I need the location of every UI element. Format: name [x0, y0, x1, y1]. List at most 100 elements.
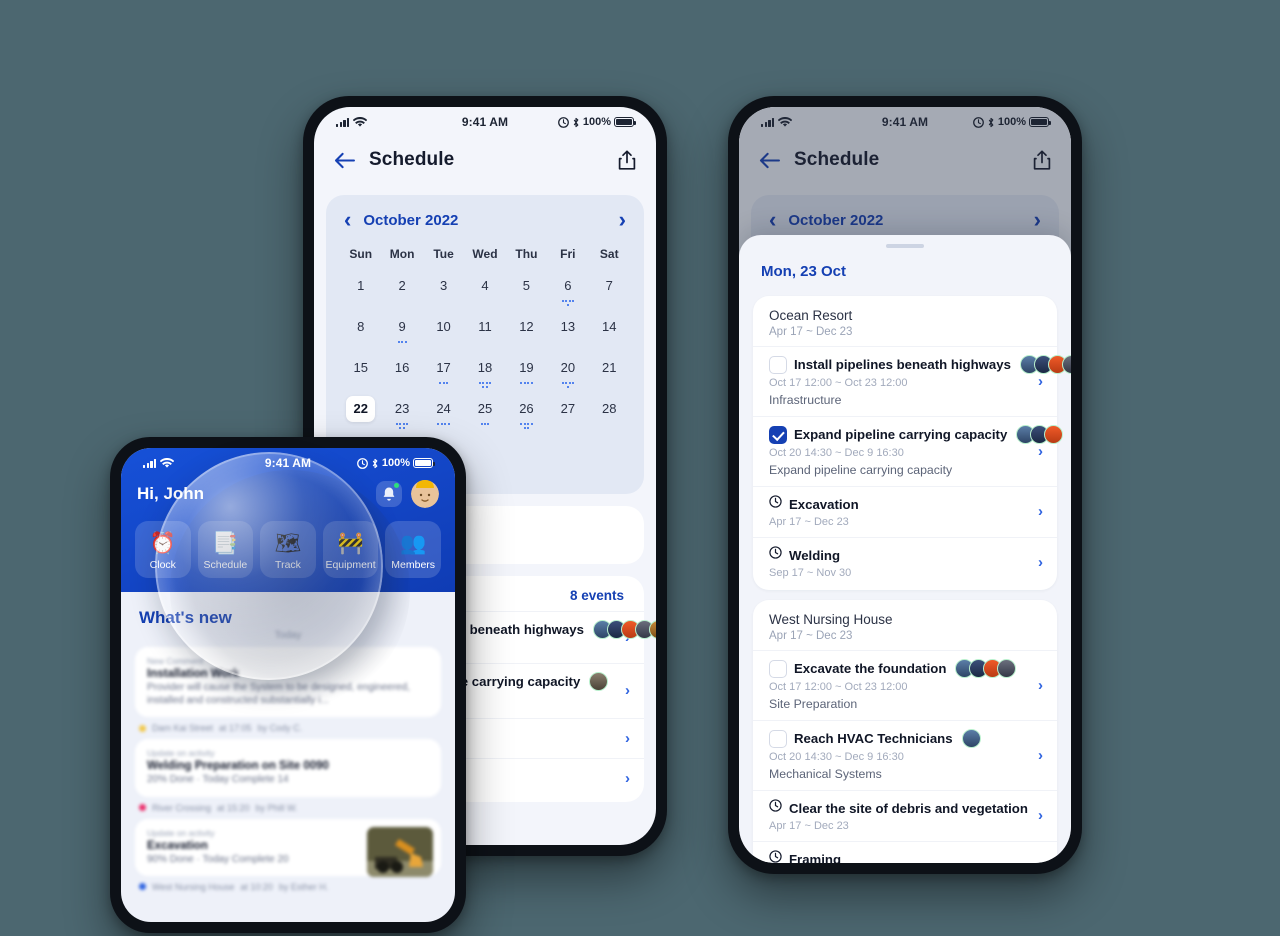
calendar-day[interactable]: 25 [464, 396, 505, 437]
calendar-day[interactable]: 14 [589, 314, 630, 355]
calendar-day[interactable]: 5 [506, 273, 547, 314]
calendar-day[interactable]: 26 [506, 396, 547, 437]
calendar-day[interactable]: 15 [340, 355, 381, 396]
task-checkbox[interactable] [769, 425, 787, 444]
task-dates: Oct 20 14:30 ~ Dec 9 16:30 [769, 447, 904, 459]
battery-icon [614, 117, 636, 127]
task-title: Excavate the foundation [794, 661, 947, 676]
quick-action-schedule[interactable]: 📑 Schedule [197, 521, 254, 578]
task-category: Infrastructure [769, 393, 842, 407]
activity-feed: New Comment Installation Work Provider wil… [121, 647, 455, 892]
feed-body: Provider will cause the System to be des… [147, 682, 410, 707]
calendar-day[interactable]: 19 [506, 355, 547, 396]
feed-time: at 15:20 [217, 802, 250, 813]
calendar-day[interactable]: 22 [340, 396, 381, 437]
feed-title: Welding Preparation on Site 0090 [147, 760, 329, 773]
calendar-day[interactable]: 18 [464, 355, 505, 396]
calendar-day[interactable]: 11 [464, 314, 505, 355]
avatar [997, 659, 1017, 678]
feed-card[interactable]: Update on activity Welding Preparation on… [135, 739, 441, 797]
calendar-day[interactable]: 27 [547, 396, 588, 437]
task-row[interactable]: Excavation Apr 17 ~ Dec 23 › [753, 486, 1057, 537]
calendar-day[interactable]: 10 [423, 314, 464, 355]
calendar-day[interactable]: 21 [589, 355, 630, 396]
weekday-label: Fri [560, 247, 576, 261]
tile-label: Clock [149, 559, 176, 571]
status-right-group: 100% [356, 457, 435, 469]
quick-action-members[interactable]: 👥 Members [385, 521, 441, 578]
clock-icon [769, 850, 782, 863]
task-chevron-icon[interactable]: › [1030, 554, 1043, 571]
calendar-day[interactable]: 4 [464, 273, 505, 314]
event-dots [439, 382, 448, 388]
task-chevron-icon[interactable]: › [1030, 677, 1043, 694]
task-chevron-icon[interactable]: › [617, 730, 630, 747]
task-row[interactable]: Install pipelines beneath highways Oct 17… [753, 346, 1071, 416]
task-row[interactable]: Welding Sep 17 ~ Nov 30 › [753, 537, 1057, 588]
task-chevron-icon[interactable]: › [1030, 858, 1043, 863]
calendar-day[interactable]: 9 [381, 314, 422, 355]
task-row[interactable]: Reach HVAC Technicians Oct 20 14:30 ~ Dec… [753, 720, 1057, 790]
calendar-day[interactable]: 20 [547, 355, 588, 396]
task-checkbox[interactable] [769, 729, 787, 748]
task-chevron-icon[interactable]: › [1030, 503, 1043, 520]
group-header: Ocean Resort Apr 17 ~ Dec 23 [753, 308, 1057, 346]
calendar-day[interactable]: 1 [340, 273, 381, 314]
task-chevron-icon[interactable]: › [617, 770, 630, 787]
task-title: Install pipelines beneath highways [794, 357, 1011, 372]
calendar-day[interactable]: 8 [340, 314, 381, 355]
task-title: Expand pipeline carrying capacity [794, 427, 1008, 442]
calendar-day[interactable]: 12 [506, 314, 547, 355]
calendar-day-number: 13 [560, 319, 576, 334]
calendar-day[interactable]: 28 [589, 396, 630, 437]
feed-time: at 10:20 [240, 881, 273, 892]
assignee-avatars [1018, 355, 1071, 374]
calendar-day[interactable]: 17 [423, 355, 464, 396]
task-chevron-icon[interactable]: › [617, 682, 630, 699]
task-chevron-icon[interactable]: › [1030, 807, 1043, 824]
task-row[interactable]: Excavate the foundation Oct 17 12:00 ~ Oc… [753, 650, 1057, 720]
calendar-day[interactable]: 2 [381, 273, 422, 314]
group-name: Ocean Resort [769, 308, 853, 323]
prev-month-button[interactable]: ‹ [344, 209, 351, 231]
task-chevron-icon[interactable]: › [1030, 443, 1043, 460]
calendar-day[interactable]: 16 [381, 355, 422, 396]
task-group: Ocean Resort Apr 17 ~ Dec 23 Install pipel… [753, 296, 1071, 590]
task-title: Framing [789, 851, 842, 864]
task-group-list: Ocean Resort Apr 17 ~ Dec 23 Install pipel… [739, 296, 1071, 863]
task-checkbox[interactable] [769, 355, 787, 374]
task-category: Mechanical Systems [769, 767, 882, 781]
quick-action-clock[interactable]: ⏰ Clock [135, 521, 191, 578]
share-icon[interactable] [618, 149, 636, 171]
calendar-day[interactable]: 23 [381, 396, 422, 437]
task-chevron-icon[interactable]: › [1030, 747, 1043, 764]
task-row[interactable]: Clear the site of debris and vegetation A… [753, 790, 1057, 841]
back-arrow-icon[interactable] [334, 152, 355, 169]
task-row[interactable]: FramingSep 17 ~ Nov 30› [753, 841, 1057, 863]
middle-appbar: Schedule [314, 135, 656, 185]
quick-action-track[interactable]: 🗺 Track [260, 521, 316, 578]
event-dots [519, 423, 533, 429]
task-checkbox[interactable] [769, 659, 787, 678]
feed-meta: West Nursing House at 10:20 by Esther H. [135, 876, 441, 892]
calendar-day[interactable]: 13 [547, 314, 588, 355]
feed-project: Dam Kai Street [152, 723, 214, 734]
members-icon: 👥 [400, 532, 427, 555]
calendar-day[interactable]: 24 [423, 396, 464, 437]
event-dots [480, 423, 490, 429]
clock-icon [769, 495, 782, 513]
feed-card[interactable]: New Comment Installation Work Provider wil… [135, 647, 441, 718]
calendar-day-number: 20 [560, 360, 576, 375]
calendar-day-number: 26 [519, 401, 534, 416]
task-row[interactable]: Expand pipeline carrying capacity Oct 20 … [753, 416, 1064, 486]
avatar[interactable] [411, 480, 439, 508]
calendar-day[interactable]: 3 [423, 273, 464, 314]
greeting-text: Hi, John [137, 484, 205, 503]
calendar-day[interactable]: 7 [589, 273, 630, 314]
next-month-button[interactable]: › [619, 209, 626, 231]
task-chevron-icon[interactable]: › [1030, 373, 1043, 390]
notification-bell-icon[interactable] [376, 481, 402, 507]
calendar-day[interactable]: 6 [547, 273, 588, 314]
feed-card[interactable]: Update on activity Excavation 90% Done · T… [135, 818, 441, 877]
quick-action-equipment[interactable]: 🚧 Equipment [322, 521, 379, 578]
